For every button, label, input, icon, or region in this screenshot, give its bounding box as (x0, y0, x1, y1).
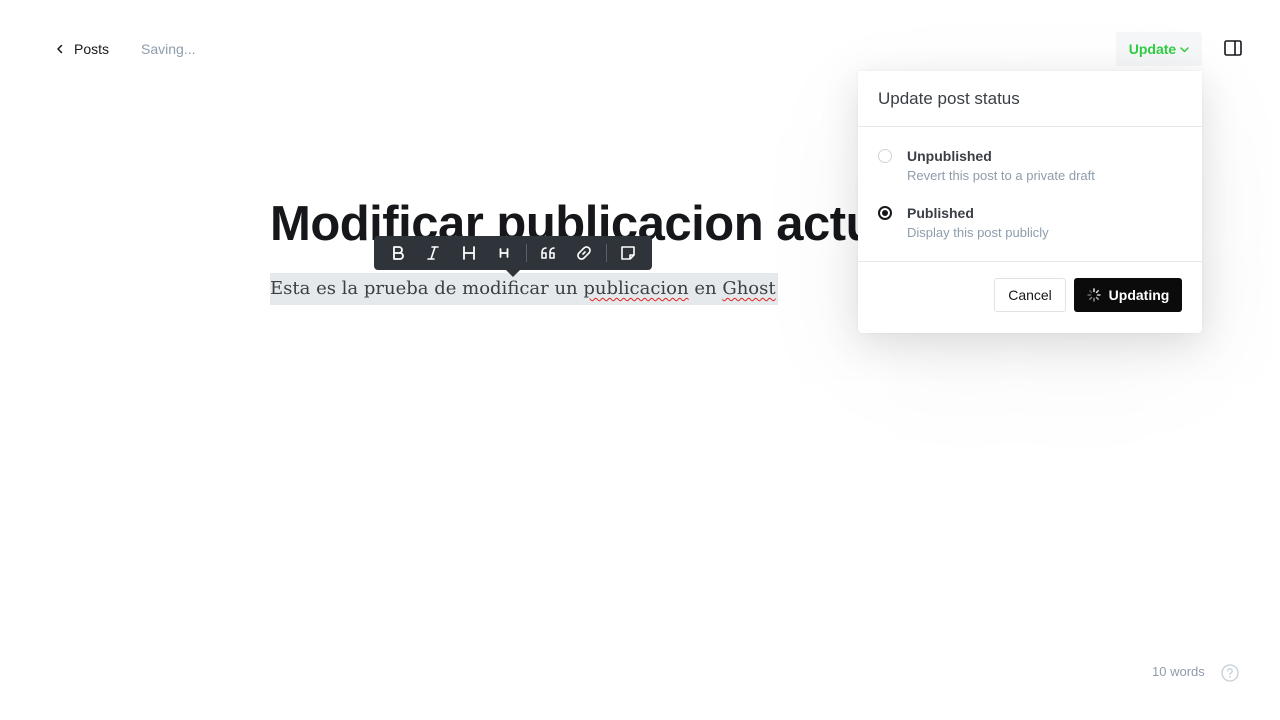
body-text-1: Esta es la prueba de modificar un (270, 278, 584, 299)
popover-divider (858, 261, 1202, 262)
popover-title: Update post status (858, 71, 1202, 127)
link-icon (577, 246, 591, 260)
snippet-button[interactable] (611, 236, 646, 270)
updating-label: Updating (1108, 287, 1170, 303)
spinner-icon (1086, 288, 1101, 302)
option-published-label: Published (907, 205, 974, 221)
update-dropdown-button[interactable]: Update (1116, 32, 1202, 66)
link-button[interactable] (566, 236, 601, 270)
back-link-label: Posts (74, 41, 110, 57)
bold-button[interactable] (380, 236, 415, 270)
question-circle-icon (1221, 664, 1239, 682)
updating-button[interactable]: Updating (1074, 278, 1182, 312)
italic-icon (427, 246, 439, 260)
toolbar-divider (605, 244, 607, 262)
post-body-paragraph[interactable]: Esta es la prueba de modificar un public… (270, 273, 778, 305)
back-to-posts-link[interactable]: Posts (56, 41, 109, 57)
help-button[interactable] (1221, 664, 1239, 682)
word-count: 10 words (1152, 664, 1205, 679)
option-unpublished-label: Unpublished (907, 148, 992, 164)
cancel-button[interactable]: Cancel (994, 278, 1066, 312)
formatting-toolbar (374, 236, 652, 277)
save-status: Saving... (141, 41, 196, 57)
option-published-description: Display this post publicly (907, 225, 1049, 240)
chevron-left-icon (57, 44, 63, 54)
body-text-misspelled-2: Ghost (722, 278, 776, 299)
option-unpublished[interactable]: Unpublished Revert this post to a privat… (878, 147, 1095, 183)
body-text-misspelled-1: publicacion (583, 278, 689, 299)
update-label: Update (1128, 41, 1177, 57)
snippet-icon (621, 246, 636, 260)
bold-icon (392, 246, 404, 260)
update-status-popover: Update post status Unpublished Revert th… (858, 71, 1202, 333)
quote-button[interactable] (531, 236, 566, 270)
radio-unpublished[interactable] (878, 149, 892, 163)
heading-3-button[interactable] (486, 236, 521, 270)
heading-small-icon (499, 248, 509, 258)
option-published[interactable]: Published Display this post publicly (878, 204, 1049, 240)
body-text-2: en (688, 278, 723, 299)
sidebar-icon (1224, 40, 1242, 56)
option-unpublished-description: Revert this post to a private draft (907, 168, 1095, 183)
chevron-down-icon (1180, 47, 1189, 53)
editor-header-left: Posts Saving... (56, 38, 196, 60)
heading-large-icon (462, 246, 475, 260)
toolbar-divider (525, 244, 527, 262)
italic-button[interactable] (415, 236, 450, 270)
quote-icon (541, 247, 556, 259)
settings-sidebar-toggle[interactable] (1224, 40, 1242, 56)
radio-published[interactable] (878, 206, 892, 220)
heading-2-button[interactable] (451, 236, 486, 270)
